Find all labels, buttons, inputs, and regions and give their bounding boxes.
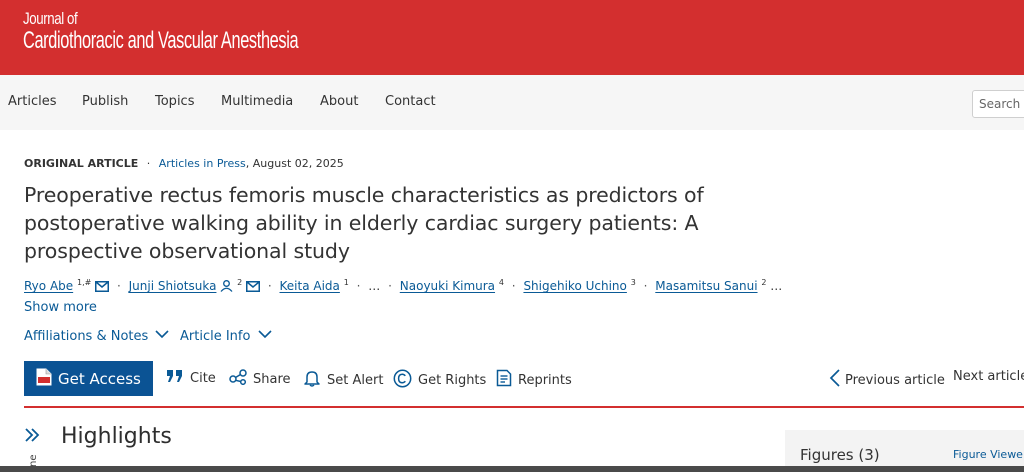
email-icon[interactable] [95, 281, 110, 295]
next-article-link[interactable]: Next article [953, 369, 1024, 384]
cite-label: Cite [190, 370, 216, 386]
email-icon[interactable] [246, 281, 261, 295]
publication-date: , August 02, 2025 [245, 157, 344, 170]
journal-name-line1: Journal of [23, 9, 78, 28]
author-link[interactable]: Ryo Abe [24, 279, 73, 293]
section-divider [24, 406, 1024, 408]
author-sup: 4 [498, 278, 504, 287]
author-link[interactable]: Keita Aida [280, 279, 340, 293]
author-link[interactable]: Masamitsu Sanui [655, 279, 757, 293]
main-nav: Articles Publish Topics Multimedia About… [0, 75, 1024, 130]
journal-logo[interactable]: Journal of Cardiothoracic and Vascular A… [23, 10, 428, 53]
highlights-heading: Highlights [61, 424, 172, 449]
author-separator: · [643, 279, 648, 293]
previous-article-link[interactable]: Previous article [829, 369, 945, 391]
author-sup: 2 [237, 278, 243, 287]
nav-publish[interactable]: Publish [82, 94, 128, 109]
set-alert-label: Set Alert [327, 372, 384, 388]
article-info-label: Article Info [180, 329, 251, 344]
nav-contact[interactable]: Contact [385, 94, 436, 109]
article-title: Preoperative rectus femoris muscle chara… [24, 183, 704, 263]
double-chevron-right-icon[interactable] [24, 426, 40, 447]
set-alert-button[interactable]: Set Alert [303, 369, 383, 391]
author-sup: 3 [630, 278, 636, 287]
get-access-button[interactable]: Get Access [24, 361, 153, 396]
bell-icon [303, 369, 327, 391]
share-icon [229, 369, 253, 389]
get-access-label: Get Access [58, 369, 141, 388]
author-sup: 1 [343, 278, 349, 287]
chevron-down-icon [255, 329, 272, 344]
article-type: ORIGINAL ARTICLE [24, 157, 139, 170]
author-list: Ryo Abe 1,# · Junji Shiotsuka 2 · Keita … [24, 278, 782, 295]
reprints-label: Reprints [518, 372, 572, 388]
person-icon [220, 280, 233, 295]
share-label: Share [253, 371, 291, 387]
nav-about[interactable]: About [320, 94, 358, 109]
get-rights-button[interactable]: Get Rights [393, 369, 486, 392]
author-ellipsis: … [770, 279, 783, 293]
journal-header: Journal of Cardiothoracic and Vascular A… [0, 0, 1024, 75]
reprints-button[interactable]: Reprints [496, 369, 572, 391]
article-meta: ORIGINAL ARTICLE · Articles in Press, Au… [24, 157, 344, 170]
next-article-label: Next article [953, 369, 1024, 384]
author-separator: · [356, 279, 361, 293]
previous-article-label: Previous article [845, 372, 945, 388]
nav-topics[interactable]: Topics [155, 94, 194, 109]
author-sup: 1,# [76, 278, 92, 287]
show-more-button[interactable]: Show more [24, 300, 97, 315]
chevron-down-icon [152, 329, 169, 344]
affiliations-label: Affiliations & Notes [24, 329, 149, 344]
share-button[interactable]: Share [229, 369, 291, 389]
get-rights-label: Get Rights [418, 373, 487, 388]
author-separator: · [116, 279, 121, 293]
reprints-icon [496, 369, 518, 391]
author-link[interactable]: Junji Shiotsuka [129, 279, 217, 293]
chevron-left-icon [829, 369, 845, 391]
nav-multimedia[interactable]: Multimedia [221, 94, 293, 109]
author-separator: · [388, 279, 392, 293]
article-info-toggle[interactable]: Article Info [180, 329, 272, 344]
search-input[interactable]: Search fo [972, 90, 1024, 118]
figures-title: Figures (3) [800, 446, 880, 464]
author-separator: · [511, 279, 516, 293]
quote-icon [166, 369, 190, 387]
meta-separator: · [146, 157, 151, 170]
author-separator: · [267, 279, 272, 293]
bottom-scrollbar[interactable] [0, 466, 1024, 472]
pdf-icon [36, 368, 52, 390]
journal-name-line2: Cardiothoracic and Vascular Anesthesia [23, 27, 299, 54]
author-ellipsis: … [368, 279, 381, 293]
author-link[interactable]: Shigehiko Uchino [523, 279, 626, 293]
author-sup: 2 [761, 278, 767, 287]
author-link[interactable]: Naoyuki Kimura [400, 279, 495, 293]
figure-viewer-link[interactable]: Figure Viewer [953, 448, 1024, 461]
cite-button[interactable]: Cite [166, 369, 216, 387]
nav-articles[interactable]: Articles [8, 94, 56, 109]
copyright-icon [393, 369, 418, 392]
affiliations-toggle[interactable]: Affiliations & Notes [24, 329, 169, 344]
articles-in-press-link[interactable]: Articles in Press [159, 157, 246, 170]
